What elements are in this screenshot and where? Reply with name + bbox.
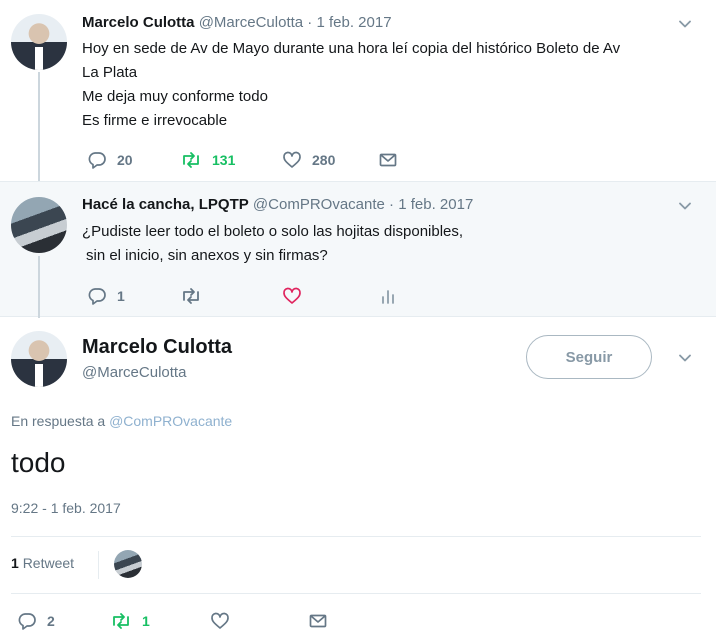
like-button[interactable] [282,286,302,306]
reply-count: 1 [117,288,125,304]
dm-button[interactable] [378,150,398,170]
retweet-button[interactable] [180,286,202,306]
replying-to-mention[interactable]: @ComPROvacante [109,413,232,429]
dm-button[interactable] [308,611,328,631]
replying-to-label: En respuesta a [11,413,106,429]
replying-to: En respuesta a @ComPROvacante [11,413,232,429]
like-icon [282,286,302,306]
tweet-text-line: sin el inicio, sin anexos y sin firmas? [86,247,328,264]
chevron-down-icon[interactable] [679,352,691,364]
divider [11,593,701,594]
author-name[interactable]: Hacé la cancha, LPQTP [82,196,249,213]
like-button[interactable]: 280 [282,150,335,170]
author-name[interactable]: Marcelo Culotta [82,336,232,359]
retweet-button[interactable]: 131 [180,150,235,170]
like-button[interactable] [210,611,230,631]
tweet-2[interactable]: Hacé la cancha, LPQTP @ComPROvacante · 1… [0,181,716,318]
tweet-date[interactable]: 1 feb. 2017 [316,14,391,31]
tweet-timestamp[interactable]: 9:22 - 1 feb. 2017 [11,500,121,516]
retweet-stat-label: Retweet [22,555,75,571]
reply-button[interactable]: 1 [87,286,125,306]
avatar[interactable] [11,197,67,253]
retweet-icon [180,286,202,306]
tweet-1[interactable]: Marcelo Culotta @MarceCulotta · 1 feb. 2… [0,0,716,181]
reply-button[interactable]: 2 [17,611,55,631]
reply-count: 20 [117,152,133,168]
like-icon [210,611,230,631]
tweet-date[interactable]: 1 feb. 2017 [398,196,473,213]
divider [11,536,701,537]
tweet-header: Hacé la cancha, LPQTP @ComPROvacante · 1… [82,196,473,213]
tweet-text: Hoy en sede de Av de Mayo durante una ho… [82,37,620,133]
tweet-header: Marcelo Culotta @MarceCulotta · 1 feb. 2… [82,14,392,31]
divider [98,551,99,579]
tweet-text-line: Me deja muy conforme todo [82,88,268,105]
author-handle[interactable]: @ComPROvacante [253,196,385,213]
retweet-icon [180,150,202,170]
like-count: 280 [312,152,336,168]
reply-count: 2 [47,613,55,629]
reply-icon [87,150,107,170]
reply-button[interactable]: 20 [87,150,133,170]
chevron-down-icon[interactable] [679,200,691,212]
reply-icon [87,286,107,306]
author-handle[interactable]: @MarceCulotta [199,14,303,31]
tweet-text: ¿Pudiste leer todo el boleto o solo las … [82,220,463,268]
thread-line [38,256,40,318]
author-handle[interactable]: @MarceCulotta [82,364,186,381]
follow-button[interactable]: Seguir [526,335,652,379]
chevron-down-icon[interactable] [679,18,691,30]
retweet-button[interactable]: 1 [110,611,150,631]
tweet-text-line: Es firme e irrevocable [82,112,228,129]
analytics-button[interactable] [378,286,398,306]
tweet-text-line: Hoy en sede de Av de Mayo durante una ho… [82,40,621,57]
reply-icon [17,611,37,631]
separator: · [307,14,313,31]
retweet-stat[interactable]: 1 Retweet [11,555,74,571]
retweet-count: 131 [212,152,236,168]
tweet-text: todo [11,447,66,478]
tweet-text-line: ¿Pudiste leer todo el boleto o solo las … [82,223,464,240]
tweet-text-line: La Plata [82,64,138,81]
dm-icon [378,150,398,170]
like-icon [282,150,302,170]
dm-icon [308,611,328,631]
retweet-count: 1 [142,613,150,629]
thread-line [38,72,40,181]
author-name[interactable]: Marcelo Culotta [82,14,195,31]
avatar[interactable] [11,331,67,387]
retweeter-avatar[interactable] [114,550,142,578]
analytics-icon [378,286,398,306]
separator: · [389,196,395,213]
retweet-icon [110,611,132,631]
retweet-stat-count: 1 [11,555,19,571]
avatar[interactable] [11,14,67,70]
